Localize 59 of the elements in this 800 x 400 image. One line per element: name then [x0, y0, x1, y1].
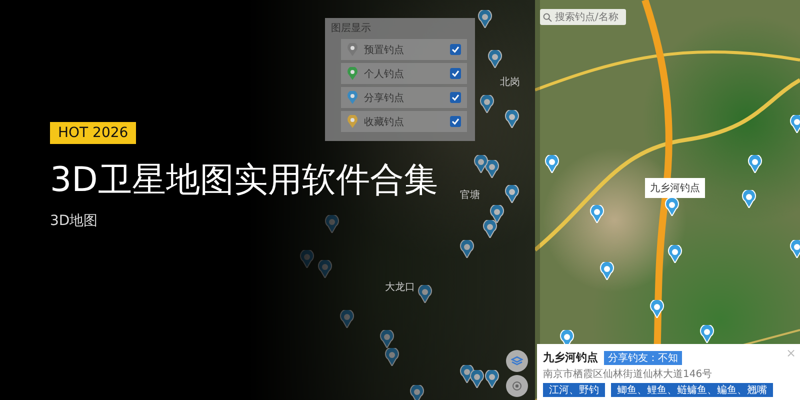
map-pin-icon[interactable]	[483, 220, 497, 238]
sharer-tag: 分享钓友：不知	[604, 350, 682, 364]
map-pin-icon[interactable]	[485, 370, 499, 388]
map-pin-icon[interactable]	[410, 385, 424, 400]
tag: 江河、野钓	[543, 383, 605, 397]
map-pin-icon[interactable]	[505, 110, 519, 128]
map-pin-icon[interactable]	[790, 240, 800, 258]
place-name: 官塘	[460, 188, 480, 202]
checkbox[interactable]	[450, 116, 461, 127]
pin-icon	[347, 67, 358, 80]
search-icon	[543, 12, 552, 22]
layer-row[interactable]: 收藏钓点	[341, 111, 467, 132]
checkbox[interactable]	[450, 92, 461, 103]
locate-icon	[511, 380, 523, 392]
map-pin-icon[interactable]	[650, 300, 664, 318]
map-pin-icon[interactable]	[488, 50, 502, 68]
map-pin-icon[interactable]	[665, 198, 679, 216]
layer-row[interactable]: 预置钓点	[341, 39, 467, 60]
layer-label: 分享钓点	[364, 92, 405, 104]
map-pin-icon[interactable]	[385, 348, 399, 366]
map-pin-icon[interactable]	[418, 285, 432, 303]
map-pin-icon[interactable]	[668, 245, 682, 263]
pin-icon	[347, 43, 358, 56]
place-title: 九乡河钓点	[543, 350, 598, 365]
pin-icon	[347, 115, 358, 128]
hot-badge: HOT 2026	[50, 122, 136, 144]
map-pin-icon[interactable]	[505, 185, 519, 203]
map-pin-icon[interactable]	[545, 155, 559, 173]
map-pin-icon[interactable]	[742, 190, 756, 208]
layer-label: 预置钓点	[364, 44, 405, 56]
checkbox[interactable]	[450, 68, 461, 79]
layers-icon	[511, 356, 523, 366]
banner-title: 3D卫星地图实用软件合集	[50, 160, 438, 200]
close-button[interactable]: ×	[786, 346, 796, 360]
map-pin-icon[interactable]	[600, 262, 614, 280]
banner-subtitle: 3D地图	[50, 212, 98, 230]
checkbox[interactable]	[450, 44, 461, 55]
place-name: 北岗	[500, 76, 520, 89]
map-pin-icon[interactable]	[490, 205, 504, 223]
map-pin-icon[interactable]	[748, 155, 762, 173]
layer-label: 个人钓点	[364, 68, 405, 80]
address-text: 南京市栖霞区仙林街道仙林大道146号	[543, 368, 714, 381]
pin-icon	[347, 91, 358, 104]
place-name: 大龙口	[385, 280, 415, 294]
panel-title: 图层显示	[331, 22, 372, 35]
layer-label: 收藏钓点	[364, 116, 405, 128]
map-pin-icon[interactable]	[470, 370, 484, 388]
search-field[interactable]: 搜索钓点/名称	[540, 9, 626, 25]
tag: 鲫鱼、鲤鱼、鲢鳙鱼、鳊鱼、翘嘴	[611, 383, 773, 397]
map-pin-icon[interactable]	[700, 325, 714, 343]
map-pin-icon[interactable]	[474, 155, 488, 173]
marker-label: 九乡河钓点	[645, 178, 705, 198]
map-pin-icon[interactable]	[480, 95, 494, 113]
layer-row[interactable]: 个人钓点	[341, 63, 467, 84]
layer-row[interactable]: 分享钓点	[341, 87, 467, 108]
map-pin-icon[interactable]	[460, 240, 474, 258]
map-pin-icon[interactable]	[478, 10, 492, 28]
map-pin-icon[interactable]	[380, 330, 394, 348]
map-pin-icon[interactable]	[790, 115, 800, 133]
